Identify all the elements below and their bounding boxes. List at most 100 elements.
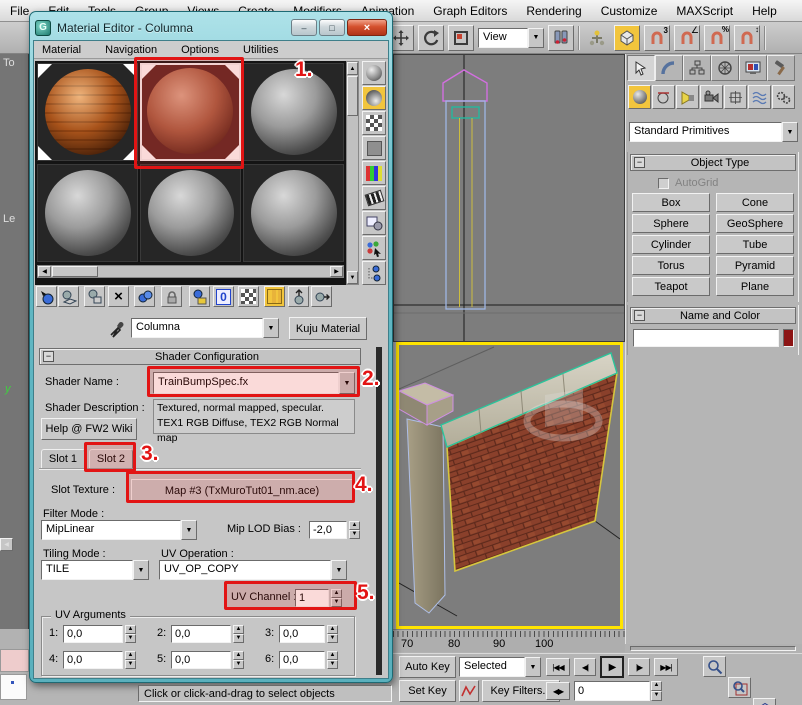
filter-mode-dropdown[interactable]: MipLinear ▼ bbox=[41, 520, 197, 540]
menu-utilities[interactable]: Utilities bbox=[243, 44, 278, 56]
help-fw2-wiki-button[interactable]: Help @ FW2 Wiki bbox=[41, 418, 137, 440]
scroll-up-icon[interactable]: ▲ bbox=[347, 62, 358, 75]
object-color-swatch[interactable] bbox=[783, 329, 794, 347]
menu-material[interactable]: Material bbox=[42, 44, 81, 56]
timeline-ruler[interactable]: 70 80 90 100 bbox=[393, 629, 625, 652]
scroll-left-icon[interactable]: ◀ bbox=[38, 266, 51, 277]
uv-arg-5-spinner[interactable]: ▲▼ bbox=[233, 651, 244, 669]
create-pyramid-button[interactable]: Pyramid bbox=[716, 256, 794, 275]
mip-lod-bias-input[interactable] bbox=[309, 521, 347, 539]
tab-utilities[interactable] bbox=[767, 55, 795, 81]
sample-uv-tiling-button[interactable] bbox=[362, 136, 386, 160]
percent-snap-button[interactable]: % bbox=[704, 25, 730, 51]
uv-arg-4-spinner[interactable]: ▲▼ bbox=[125, 651, 136, 669]
category-lights-button[interactable] bbox=[676, 85, 699, 109]
menu-customize[interactable]: Customize bbox=[601, 4, 658, 18]
create-geosphere-button[interactable]: GeoSphere bbox=[716, 214, 794, 233]
object-name-input[interactable] bbox=[633, 329, 779, 347]
current-frame-input[interactable] bbox=[574, 681, 650, 701]
make-preview-button[interactable] bbox=[362, 186, 386, 210]
selection-set-dropdown[interactable]: Selected ▼ bbox=[459, 657, 541, 677]
slots-hscrollbar[interactable]: ◀ ▶ bbox=[37, 265, 344, 278]
uv-arg-3-spinner[interactable]: ▲▼ bbox=[327, 625, 338, 643]
mini-scroll-left-button[interactable]: ◀ bbox=[0, 538, 13, 551]
previous-frame-button[interactable]: ◀| bbox=[574, 658, 596, 676]
sample-slot-4[interactable] bbox=[37, 164, 138, 262]
viewport-perspective[interactable] bbox=[396, 342, 623, 629]
key-mode-toggle-button[interactable]: ◀▶ bbox=[546, 682, 570, 700]
slot-texture-button[interactable]: Map #3 (TxMuroTut01_nm.ace) bbox=[131, 479, 353, 502]
category-helpers-button[interactable] bbox=[724, 85, 747, 109]
set-key-button[interactable]: Set Key bbox=[399, 680, 456, 702]
reset-map-button[interactable]: × bbox=[108, 286, 129, 307]
sample-slot-1[interactable] bbox=[37, 63, 138, 161]
background-button[interactable] bbox=[362, 111, 386, 135]
tab-motion[interactable] bbox=[711, 55, 739, 81]
create-cylinder-button[interactable]: Cylinder bbox=[632, 235, 710, 254]
zoom-all-button[interactable] bbox=[728, 677, 751, 698]
create-cone-button[interactable]: Cone bbox=[716, 193, 794, 212]
uv-arg-1-spinner[interactable]: ▲▼ bbox=[125, 625, 136, 643]
viewport-top[interactable] bbox=[393, 54, 625, 342]
create-sphere-button[interactable]: Sphere bbox=[632, 214, 710, 233]
sample-slot-2-active[interactable] bbox=[140, 63, 241, 161]
make-material-copy-button[interactable] bbox=[134, 286, 155, 307]
uv-channel-spinner[interactable]: ▲ ▼ bbox=[331, 589, 342, 607]
options-button[interactable] bbox=[362, 211, 386, 235]
tab-slot-2[interactable]: Slot 2 bbox=[89, 449, 133, 469]
play-button[interactable]: ▶ bbox=[600, 656, 624, 678]
show-end-result-button[interactable] bbox=[264, 286, 285, 307]
autogrid-checkbox[interactable] bbox=[658, 178, 669, 189]
zoom-viewport-button[interactable] bbox=[703, 656, 726, 677]
shader-name-dropdown[interactable]: TrainBumpSpec.fx ▼ bbox=[153, 372, 355, 394]
material-type-button[interactable]: Kuju Material bbox=[289, 317, 367, 340]
tab-slot-1[interactable]: Slot 1 bbox=[41, 449, 85, 469]
show-map-in-viewport-button[interactable] bbox=[238, 286, 259, 307]
shader-config-header[interactable]: − Shader Configuration bbox=[39, 348, 361, 365]
vscroll-thumb[interactable] bbox=[347, 76, 358, 116]
tiling-mode-dropdown[interactable]: TILE ▼ bbox=[41, 560, 149, 580]
use-pivot-center-button[interactable] bbox=[548, 25, 574, 51]
tab-hierarchy[interactable] bbox=[683, 55, 711, 81]
params-scrollbar[interactable] bbox=[376, 347, 382, 675]
mip-lod-bias-spinner[interactable]: ▲ ▼ bbox=[349, 521, 360, 539]
curve-filter-button[interactable] bbox=[459, 680, 479, 702]
sample-type-button[interactable] bbox=[362, 61, 386, 85]
uv-arg-2-spinner[interactable]: ▲▼ bbox=[233, 625, 244, 643]
go-to-parent-button[interactable] bbox=[288, 286, 309, 307]
uv-arg-4-input[interactable] bbox=[63, 651, 123, 669]
left-viewport-sliver[interactable]: To Le y ◀ bbox=[0, 54, 29, 629]
sample-slot-3[interactable] bbox=[243, 63, 344, 161]
menu-options[interactable]: Options bbox=[181, 44, 219, 56]
category-spacewarps-button[interactable] bbox=[748, 85, 771, 109]
menu-maxscript[interactable]: MAXScript bbox=[676, 4, 733, 18]
create-box-button[interactable]: Box bbox=[632, 193, 710, 212]
tab-modify[interactable] bbox=[655, 55, 683, 81]
maximize-button[interactable]: □ bbox=[319, 19, 345, 36]
category-cameras-button[interactable] bbox=[700, 85, 723, 109]
material-name-dropdown[interactable]: Columna ▼ bbox=[131, 318, 279, 338]
video-color-check-button[interactable] bbox=[362, 161, 386, 185]
create-teapot-button[interactable]: Teapot bbox=[632, 277, 710, 296]
uv-channel-input[interactable] bbox=[295, 589, 329, 607]
mini-listener-white[interactable] bbox=[0, 674, 27, 700]
menu-navigation[interactable]: Navigation bbox=[105, 44, 157, 56]
uv-arg-6-spinner[interactable]: ▲▼ bbox=[327, 651, 338, 669]
category-systems-button[interactable] bbox=[772, 85, 795, 109]
create-tube-button[interactable]: Tube bbox=[716, 235, 794, 254]
go-to-start-button[interactable]: |◀◀ bbox=[546, 658, 570, 676]
create-torus-button[interactable]: Torus bbox=[632, 256, 710, 275]
uv-arg-3-input[interactable] bbox=[279, 625, 325, 643]
backlight-button[interactable] bbox=[362, 86, 386, 110]
scroll-down-icon[interactable]: ▼ bbox=[347, 271, 358, 284]
uv-arg-5-input[interactable] bbox=[171, 651, 231, 669]
mini-listener-pink[interactable] bbox=[0, 649, 29, 672]
snap-toggle-3d-button[interactable]: 3 bbox=[644, 25, 670, 51]
select-by-material-button[interactable] bbox=[362, 236, 386, 260]
material-editor-titlebar[interactable]: G Material Editor - Columna – □ × bbox=[33, 15, 389, 40]
sample-slot-5[interactable] bbox=[140, 164, 241, 262]
snaps-toggle-button[interactable] bbox=[614, 25, 640, 51]
zoom-extents-button[interactable] bbox=[753, 698, 776, 705]
close-button[interactable]: × bbox=[347, 19, 387, 36]
hscroll-thumb[interactable] bbox=[52, 266, 98, 277]
